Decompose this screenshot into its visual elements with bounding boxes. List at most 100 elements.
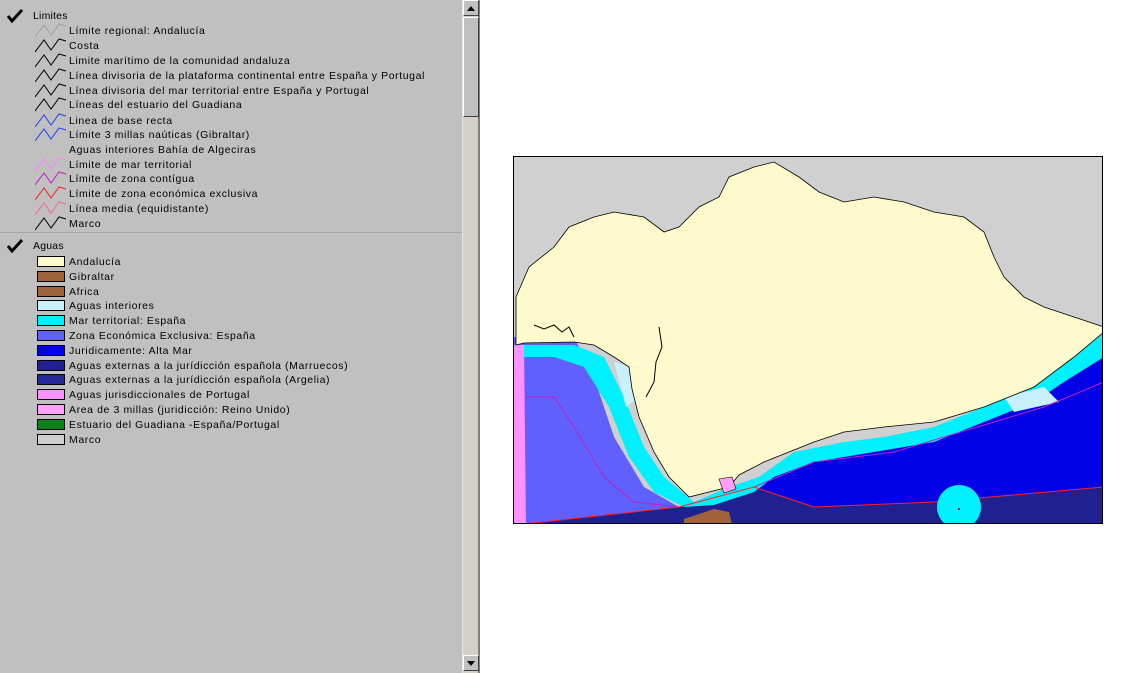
- legend-item: Aguas interiores: [37, 298, 154, 313]
- arrow-up-icon: [467, 5, 475, 11]
- line-symbol-icon: [35, 201, 67, 216]
- color-swatch: [37, 300, 65, 311]
- legend-item-label: Líneas del estuario del Guadiana: [69, 98, 243, 111]
- legend-item: Juridicamente: Alta Mar: [37, 343, 193, 358]
- legend-item: Africa: [37, 284, 99, 299]
- legend-item-label: Linea de base recta: [69, 114, 173, 127]
- legend-item: Mar territorial: España: [37, 313, 186, 328]
- map-view[interactable]: [482, 0, 1130, 673]
- scrollbar-thumb[interactable]: [463, 17, 479, 117]
- legend-item: Límite de zona económica exclusiva: [35, 186, 258, 201]
- line-symbol-icon: [35, 23, 67, 38]
- legend-item-label: Límite de mar territorial: [69, 158, 192, 171]
- legend-item-label: Juridicamente: Alta Mar: [69, 344, 193, 357]
- color-swatch: [37, 271, 65, 282]
- line-symbol-icon: [35, 83, 67, 98]
- scroll-down-button[interactable]: [463, 655, 479, 671]
- legend-scrollbar[interactable]: [462, 0, 479, 673]
- legend-item: Marco: [35, 216, 101, 231]
- line-symbol-icon: [35, 142, 67, 157]
- legend-item-label: Límite de zona económica exclusiva: [69, 187, 259, 200]
- map-portugal-area: [514, 345, 526, 523]
- legend-item: Límite de zona contígua: [35, 171, 195, 186]
- legend-item-label: Línea media (equidistante): [69, 202, 209, 215]
- legend-item: Estuario del Guadiana -España/Portugal: [37, 417, 280, 432]
- color-swatch: [37, 360, 65, 371]
- legend-item: Andalucía: [37, 254, 121, 269]
- legend-item: Linea de base recta: [35, 113, 173, 128]
- legend-group-limites: Limites Límite regional: Andalucía Costa…: [0, 0, 462, 233]
- legend-item-label: Aguas interiores: [69, 299, 155, 312]
- line-symbol-icon: [35, 171, 67, 186]
- legend-item-label: Línea divisoria de la plataforma contine…: [69, 69, 425, 82]
- legend-item: Costa: [35, 38, 99, 53]
- line-symbol-icon: [35, 186, 67, 201]
- legend-item: Líneas del estuario del Guadiana: [35, 97, 242, 112]
- legend-group-label: Limites: [33, 10, 68, 22]
- legend-content: Limites Límite regional: Andalucía Costa…: [0, 0, 462, 673]
- legend-item: Línea divisoria del mar territorial entr…: [35, 83, 369, 98]
- legend-item-label: Andalucía: [69, 255, 122, 268]
- legend-item-label: Mar territorial: España: [69, 314, 187, 327]
- legend-item: Línea media (equidistante): [35, 201, 209, 216]
- legend-item-label: Límite regional: Andalucía: [69, 24, 206, 37]
- legend-item-label: Zona Económica Exclusiva: España: [69, 329, 256, 342]
- checkmark-icon[interactable]: [6, 8, 24, 24]
- legend-item-label: Aguas externas a la jurídicción española…: [69, 359, 349, 372]
- legend-item: Limite marítimo de la comunidad andaluza: [35, 53, 290, 68]
- line-symbol-icon: [35, 216, 67, 231]
- legend-item-label: Aguas interiores Bahía de Algeciras: [69, 143, 257, 156]
- legend-group-aguas: Aguas Andalucía Gibraltar Africa Aguas i…: [0, 233, 462, 673]
- legend-item-label: Límite de zona contígua: [69, 172, 195, 185]
- legend-item: Límite regional: Andalucía: [35, 23, 205, 38]
- color-swatch: [37, 315, 65, 326]
- legend-group-label: Aguas: [33, 240, 64, 252]
- line-symbol-icon: [35, 68, 67, 83]
- legend-item: Area de 3 millas (juridicción: Reino Uni…: [37, 402, 290, 417]
- legend-item: Aguas externas a la jurídicción española…: [37, 358, 348, 373]
- checkmark-icon[interactable]: [6, 238, 24, 254]
- line-symbol-icon: [35, 127, 67, 142]
- legend-item: Zona Económica Exclusiva: España: [37, 328, 256, 343]
- legend-group-header-limites[interactable]: Limites: [6, 8, 68, 24]
- legend-item-label: Africa: [69, 285, 100, 298]
- legend-item-label: Marco: [69, 433, 102, 446]
- legend-item-label: Aguas externas a la jurídicción española…: [69, 373, 331, 386]
- legend-item-label: Gibraltar: [69, 270, 115, 283]
- legend-item-label: Estuario del Guadiana -España/Portugal: [69, 418, 280, 431]
- map-frame[interactable]: [513, 156, 1103, 524]
- legend-item: Límite de mar territorial: [35, 157, 192, 172]
- color-swatch: [37, 286, 65, 297]
- legend-item: Aguas interiores Bahía de Algeciras: [35, 142, 256, 157]
- legend-item-label: Línea divisoria del mar territorial entr…: [69, 84, 370, 97]
- legend-item-label: Limite marítimo de la comunidad andaluza: [69, 54, 291, 67]
- color-swatch: [37, 389, 65, 400]
- map-alboran-dot: [958, 508, 960, 510]
- line-symbol-icon: [35, 38, 67, 53]
- color-swatch: [37, 330, 65, 341]
- legend-item-label: Límite 3 millas naúticas (Gibraltar): [69, 128, 250, 141]
- legend-item: Aguas jurisdiccionales de Portugal: [37, 387, 250, 402]
- arrow-down-icon: [467, 660, 475, 666]
- legend-item-label: Costa: [69, 39, 100, 52]
- legend-item: Marco: [37, 432, 101, 447]
- legend-item-label: Aguas jurisdiccionales de Portugal: [69, 388, 250, 401]
- line-symbol-icon: [35, 157, 67, 172]
- color-swatch: [37, 256, 65, 267]
- legend-item: Línea divisoria de la plataforma contine…: [35, 68, 425, 83]
- legend-panel: Limites Límite regional: Andalucía Costa…: [0, 0, 480, 673]
- legend-item: Aguas externas a la jurídicción española…: [37, 372, 330, 387]
- color-swatch: [37, 404, 65, 415]
- line-symbol-icon: [35, 113, 67, 128]
- legend-item: Límite 3 millas naúticas (Gibraltar): [35, 127, 250, 142]
- legend-item-label: Marco: [69, 217, 102, 230]
- legend-item-label: Area de 3 millas (juridicción: Reino Uni…: [69, 403, 291, 416]
- color-swatch: [37, 434, 65, 445]
- line-symbol-icon: [35, 53, 67, 68]
- andalucia-map: [514, 157, 1102, 523]
- color-swatch: [37, 345, 65, 356]
- legend-group-header-aguas[interactable]: Aguas: [6, 238, 64, 254]
- scroll-up-button[interactable]: [463, 0, 479, 16]
- color-swatch: [37, 419, 65, 430]
- line-symbol-icon: [35, 97, 67, 112]
